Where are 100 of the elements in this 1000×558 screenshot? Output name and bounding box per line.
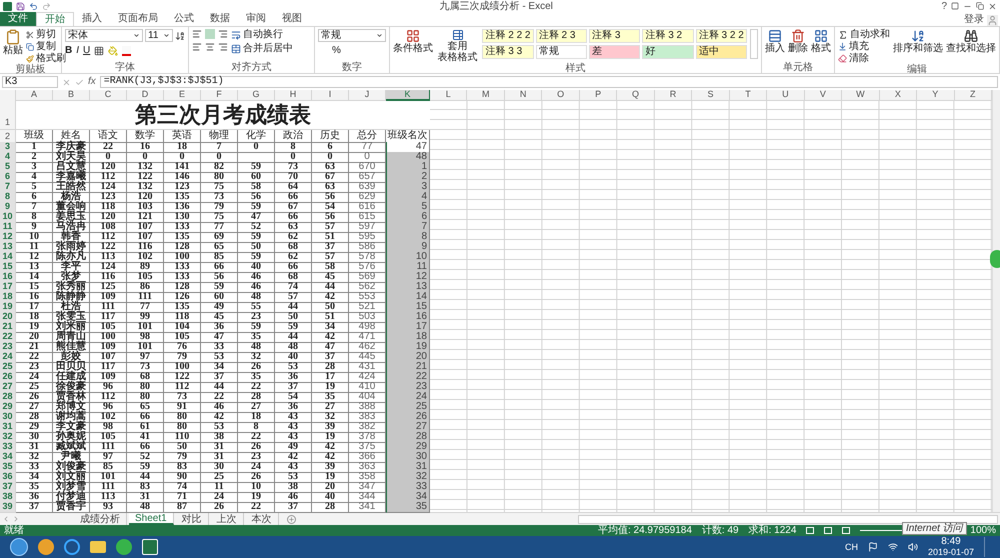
- row-header[interactable]: 19: [0, 302, 16, 313]
- column-header[interactable]: P: [580, 90, 618, 101]
- column-header[interactable]: M: [467, 90, 505, 101]
- font-name-field[interactable]: 宋体: [65, 29, 143, 42]
- row-header[interactable]: 4: [0, 152, 16, 163]
- normal-view-icon[interactable]: [806, 527, 814, 534]
- column-header[interactable]: E: [164, 90, 201, 101]
- side-widget-icon[interactable]: [990, 250, 1000, 268]
- row-header[interactable]: 21: [0, 322, 16, 333]
- column-header[interactable]: K: [386, 90, 430, 101]
- column-header[interactable]: Q: [617, 90, 655, 101]
- column-header[interactable]: O: [542, 90, 580, 101]
- find-select-button[interactable]: 查找和选择: [946, 29, 996, 64]
- copy-button[interactable]: 复制: [26, 41, 66, 52]
- cell-style-swatch[interactable]: 差: [589, 45, 640, 59]
- row-header[interactable]: 17: [0, 282, 16, 293]
- column-header[interactable]: H: [275, 90, 312, 101]
- row-header[interactable]: 25: [0, 362, 16, 373]
- row-header[interactable]: 20: [0, 312, 16, 323]
- page-break-icon[interactable]: [842, 527, 850, 534]
- column-header[interactable]: A: [16, 90, 53, 101]
- column-header[interactable]: I: [312, 90, 349, 101]
- row-header[interactable]: 32: [0, 432, 16, 443]
- flag-icon[interactable]: [868, 542, 878, 552]
- row-header[interactable]: 2: [0, 130, 16, 143]
- horizontal-scrollbar[interactable]: [578, 514, 998, 524]
- enter-icon[interactable]: [75, 78, 84, 86]
- row-header[interactable]: 12: [0, 232, 16, 243]
- cut-button[interactable]: 剪切: [26, 29, 66, 40]
- cell-style-swatch[interactable]: 注释 3 3: [482, 45, 534, 59]
- fill-button[interactable]: 填充: [838, 41, 890, 52]
- volume-icon[interactable]: [908, 542, 918, 552]
- app-icon[interactable]: [38, 539, 54, 555]
- browser-icon[interactable]: [64, 539, 80, 555]
- row-header[interactable]: 23: [0, 342, 16, 353]
- ribbon-tab[interactable]: 审阅: [238, 12, 274, 26]
- column-header[interactable]: B: [53, 90, 90, 101]
- row-header[interactable]: 30: [0, 412, 16, 423]
- column-header[interactable]: U: [767, 90, 805, 101]
- column-header[interactable]: R: [654, 90, 692, 101]
- row-header[interactable]: 11: [0, 222, 16, 233]
- number-format-field[interactable]: 常规: [318, 29, 386, 42]
- row-header[interactable]: 39: [0, 502, 16, 513]
- bold-button[interactable]: B: [65, 45, 72, 56]
- delete-cells-button[interactable]: 删除: [788, 29, 808, 62]
- font-color-icon[interactable]: [122, 46, 132, 56]
- cell-style-swatch[interactable]: 注释 2 2 2: [482, 29, 534, 43]
- insert-function-button[interactable]: fx: [88, 77, 96, 87]
- format-cells-button[interactable]: 格式: [811, 29, 831, 62]
- input-language[interactable]: CH: [844, 542, 858, 552]
- row-header[interactable]: 6: [0, 172, 16, 183]
- ribbon-tab[interactable]: 插入: [74, 12, 110, 26]
- row-header[interactable]: 28: [0, 392, 16, 403]
- formula-field[interactable]: =RANK(J3,$J$3:$J$51): [100, 76, 998, 88]
- font-size-field[interactable]: 11: [145, 29, 173, 42]
- save-icon[interactable]: [16, 2, 25, 10]
- sheet-tab[interactable]: Sheet1: [129, 513, 174, 525]
- sort-filter-button[interactable]: 排序和筛选: [893, 29, 943, 64]
- row-header[interactable]: 13: [0, 242, 16, 253]
- merge-center-button[interactable]: 合并后居中: [231, 43, 293, 54]
- vertical-scrollbar[interactable]: [992, 90, 1000, 512]
- cell-style-swatch[interactable]: 注释 3: [589, 29, 640, 43]
- column-header[interactable]: X: [880, 90, 918, 101]
- format-painter-button[interactable]: 格式刷: [26, 53, 66, 64]
- row-header[interactable]: 24: [0, 352, 16, 363]
- column-header[interactable]: N: [504, 90, 542, 101]
- row-header[interactable]: 26: [0, 372, 16, 383]
- gallery-scrollbar[interactable]: [750, 29, 758, 59]
- row-header[interactable]: 5: [0, 162, 16, 173]
- row-header[interactable]: 3: [0, 142, 16, 153]
- avatar-icon[interactable]: [987, 15, 998, 26]
- row-header[interactable]: 9: [0, 202, 16, 213]
- ribbon-tab[interactable]: 文件: [0, 12, 36, 26]
- close-icon[interactable]: [988, 2, 997, 10]
- redo-icon[interactable]: [42, 2, 51, 10]
- page-layout-icon[interactable]: [824, 527, 832, 534]
- cell-style-swatch[interactable]: 注释 2 3: [536, 29, 588, 43]
- row-header[interactable]: 18: [0, 292, 16, 303]
- column-header[interactable]: D: [127, 90, 164, 101]
- ribbon-tab[interactable]: 数据: [202, 12, 238, 26]
- new-sheet-icon[interactable]: [286, 514, 296, 524]
- start-button[interactable]: [10, 538, 28, 556]
- insert-cells-button[interactable]: 插入: [765, 29, 785, 62]
- wrap-text-button[interactable]: 自动换行: [231, 29, 293, 40]
- row-header[interactable]: 1: [0, 100, 16, 130]
- italic-button[interactable]: I: [76, 45, 80, 56]
- row-header[interactable]: 34: [0, 452, 16, 463]
- row-header[interactable]: 10: [0, 212, 16, 223]
- display-options-icon[interactable]: [951, 2, 959, 10]
- column-header[interactable]: F: [201, 90, 238, 101]
- column-header[interactable]: Y: [917, 90, 955, 101]
- row-header[interactable]: 36: [0, 472, 16, 483]
- row-header[interactable]: 15: [0, 262, 16, 273]
- ribbon-tab[interactable]: 公式: [166, 12, 202, 26]
- column-header[interactable]: C: [90, 90, 127, 101]
- row-header[interactable]: 27: [0, 382, 16, 393]
- ribbon-tab[interactable]: 视图: [274, 12, 310, 26]
- column-header[interactable]: W: [842, 90, 880, 101]
- clear-button[interactable]: 清除: [838, 53, 890, 64]
- paste-button[interactable]: 粘贴: [3, 29, 23, 64]
